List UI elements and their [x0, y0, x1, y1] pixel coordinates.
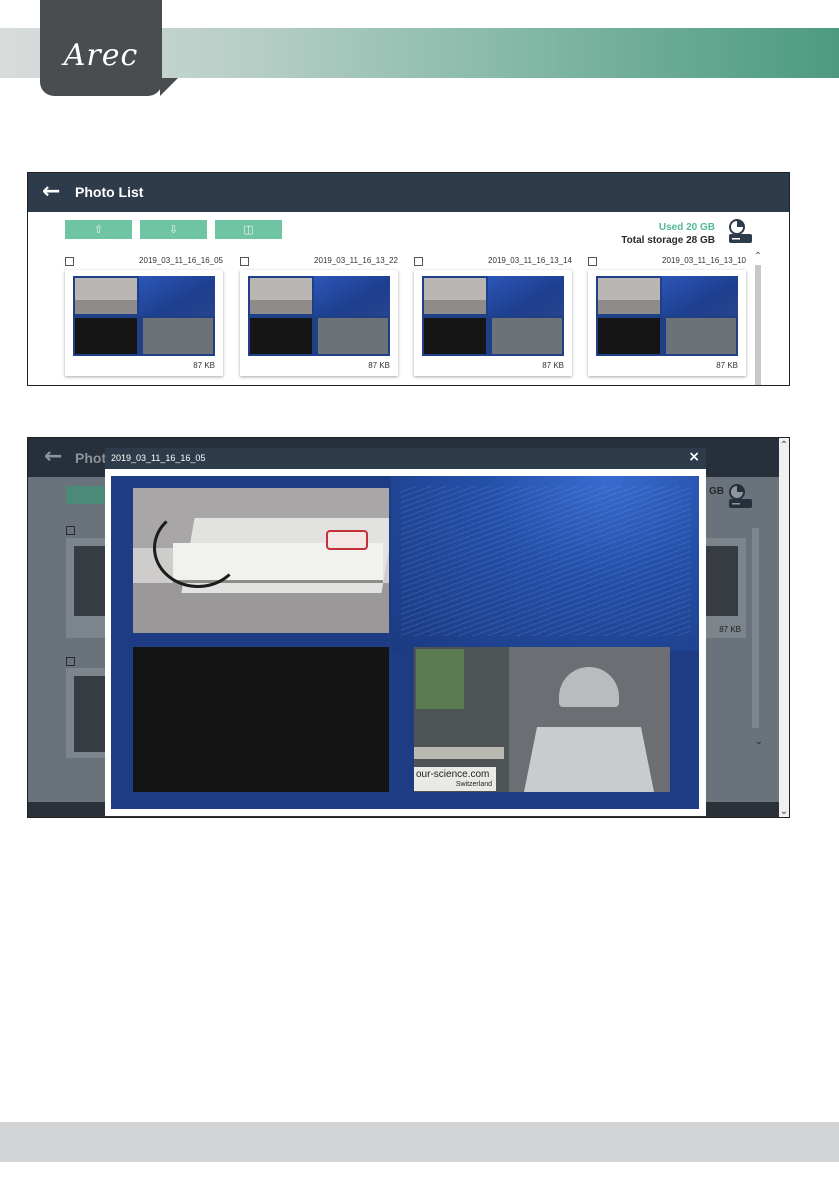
dimmed-storage-value: GB — [709, 486, 724, 497]
page-title: Photo List — [75, 184, 144, 200]
total-storage-label: Total storage — [621, 235, 684, 246]
preview-image: our-science.com Switzerland — [111, 476, 699, 809]
black-panel — [133, 647, 389, 792]
used-value: 20 GB — [686, 222, 715, 233]
page-scrollbar[interactable]: ⌃ ⌄ — [779, 438, 789, 817]
list-scrollbar[interactable]: ⌃ — [753, 251, 763, 385]
device-photo — [133, 488, 389, 633]
title-bar: ← Photo List — [28, 173, 789, 212]
download-button[interactable]: ⇩ — [140, 220, 207, 239]
manual-page: Arec ← Photo List ⇧ ⇩ ◫ Used 20 GB Total… — [0, 0, 839, 1191]
photo-thumbnail[interactable] — [422, 276, 564, 356]
disk-icon — [729, 484, 752, 508]
photo-frame[interactable]: 87 KB — [240, 270, 398, 376]
chevron-down-icon: ⌄ — [754, 736, 763, 747]
disk-icon — [729, 219, 752, 243]
photo-thumbnail[interactable] — [596, 276, 738, 356]
download-icon: ⇩ — [168, 223, 179, 236]
photo-thumbnail[interactable] — [73, 276, 215, 356]
logo-tab: Arec — [40, 0, 162, 96]
dimmed-checkbox — [66, 526, 75, 535]
lab-photo: our-science.com Switzerland — [414, 647, 670, 792]
photo-checkbox[interactable] — [240, 257, 249, 266]
photo-preview-modal: 2019_03_11_16_16_05 × our-science.com Sw… — [105, 448, 706, 816]
photo-size: 87 KB — [368, 361, 390, 370]
scroll-up-icon[interactable]: ⌃ — [753, 251, 763, 262]
used-label: Used — [658, 222, 684, 233]
delete-button[interactable]: ◫ — [215, 220, 282, 239]
photo-checkbox[interactable] — [414, 257, 423, 266]
photo-checkbox[interactable] — [588, 257, 597, 266]
photo-name: 2019_03_11_16_13_14 — [488, 256, 572, 265]
scroll-down-icon[interactable]: ⌄ — [779, 806, 789, 817]
dimmed-thumbnail — [74, 546, 106, 616]
dimmed-thumbnail — [74, 676, 106, 752]
dimmed-upload-button — [66, 486, 106, 504]
back-arrow-icon[interactable]: ← — [42, 179, 60, 204]
image-subcaption: Switzerland — [455, 781, 492, 788]
footer-bar — [0, 1122, 839, 1162]
storage-info: Used 20 GB Total storage 28 GB — [621, 221, 715, 247]
total-storage-value: 28 GB — [686, 235, 715, 246]
upload-button[interactable]: ⇧ — [65, 220, 132, 239]
scroll-up-icon[interactable]: ⌃ — [779, 440, 789, 451]
logo-notch — [160, 78, 178, 96]
dimmed-photo-size: 87 KB — [719, 625, 741, 634]
photo-list-screenshot: ← Photo List ⇧ ⇩ ◫ Used 20 GB Total stor… — [27, 172, 790, 386]
photo-size: 87 KB — [193, 361, 215, 370]
trash-icon: ◫ — [243, 223, 254, 236]
photo-checkbox[interactable] — [65, 257, 74, 266]
image-caption: our-science.com — [416, 769, 490, 780]
photo-size: 87 KB — [542, 361, 564, 370]
upload-icon: ⇧ — [93, 223, 104, 236]
photo-preview-screenshot: ← Photo List GB 87 KB ⌄ ⌃ ⌄ 2019_03_ — [27, 437, 790, 818]
dimmed-scrollbar — [752, 528, 759, 728]
modal-header: 2019_03_11_16_16_05 × — [105, 448, 706, 469]
photo-frame[interactable]: 87 KB — [414, 270, 572, 376]
scroll-thumb[interactable] — [755, 265, 761, 385]
photo-frame[interactable]: 87 KB — [65, 270, 223, 376]
back-arrow-icon: ← — [44, 444, 63, 469]
photo-size: 87 KB — [716, 361, 738, 370]
photo-name: 2019_03_11_16_13_22 — [314, 256, 398, 265]
photo-name: 2019_03_11_16_16_05 — [139, 256, 223, 265]
photo-frame[interactable]: 87 KB — [588, 270, 746, 376]
photo-name: 2019_03_11_16_13_10 — [662, 256, 746, 265]
dimmed-thumbnail — [704, 546, 738, 616]
close-icon[interactable]: × — [688, 449, 700, 465]
brand-logo: Arec — [63, 38, 139, 73]
modal-title: 2019_03_11_16_16_05 — [111, 453, 206, 463]
dimmed-checkbox — [66, 657, 75, 666]
photo-thumbnail[interactable] — [248, 276, 390, 356]
